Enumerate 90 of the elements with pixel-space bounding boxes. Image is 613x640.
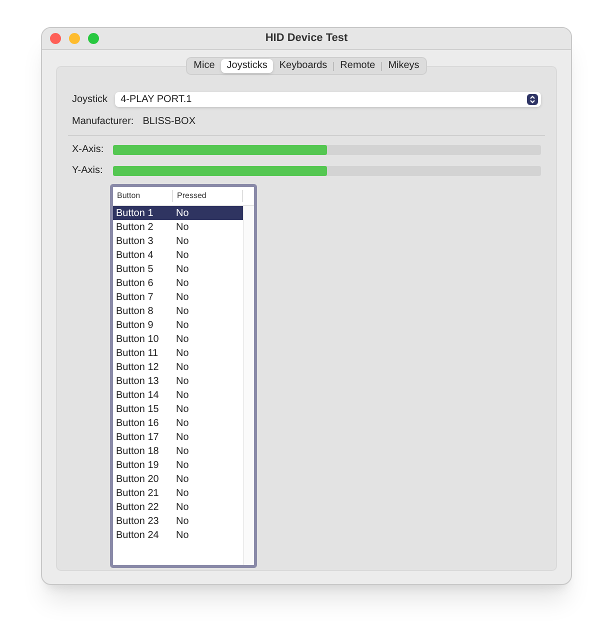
table-cell-text: No: [175, 500, 189, 514]
tab[interactable]: Remote: [334, 59, 382, 73]
table-row[interactable]: Button 2 No: [113, 220, 243, 234]
table-cell-text: No: [175, 262, 189, 276]
table-row[interactable]: Button 18 No: [113, 444, 243, 458]
table-cell-text: Button 15: [115, 402, 160, 416]
table-row[interactable]: Button 1 No: [113, 206, 243, 220]
table-row[interactable]: Button 11 No: [113, 346, 243, 360]
table-row[interactable]: Button 24 No: [113, 528, 243, 542]
zoom-button[interactable]: [88, 33, 99, 44]
table-cell-text: No: [175, 346, 189, 360]
joystick-label: Joystick: [72, 93, 108, 107]
table-cell-text: Button 4: [115, 248, 154, 262]
table-cell-text: No: [175, 234, 189, 248]
table-row[interactable]: Button 12 No: [113, 360, 243, 374]
table-row[interactable]: Button 4 No: [113, 248, 243, 262]
table-cell-text: Button 11: [115, 346, 160, 360]
table-cell-text: Button 24: [115, 528, 160, 542]
table-cell-text: No: [175, 486, 189, 500]
table-row[interactable]: Button 21 No: [113, 486, 243, 500]
table-row[interactable]: Button 7 No: [113, 290, 243, 304]
table-cell-text: Button 17: [115, 430, 160, 444]
table-cell-text: No: [175, 318, 189, 332]
tab[interactable]: Joysticks: [220, 59, 274, 73]
table-cell-text: No: [175, 416, 189, 430]
table-cell-text: No: [175, 206, 189, 220]
table-cell-text: No: [175, 444, 189, 458]
table-cell-text: No: [175, 374, 189, 388]
column-header[interactable]: Button: [113, 190, 173, 202]
manufacturer-label: Manufacturer:: [72, 115, 134, 129]
table-cell-text: Button 9: [115, 318, 154, 332]
table-cell-text: Button 13: [115, 374, 160, 388]
table-cell-text: No: [175, 332, 189, 346]
column-header[interactable]: Pressed: [173, 190, 243, 202]
table-row[interactable]: Button 15 No: [113, 402, 243, 416]
table-cell-text: No: [175, 528, 189, 542]
table-cell-text: No: [175, 304, 189, 318]
table-cell-text: Button 8: [115, 304, 154, 318]
table-cell-text: No: [175, 430, 189, 444]
manufacturer-value: BLISS-BOX: [142, 115, 196, 129]
table-row[interactable]: Button 14 No: [113, 388, 243, 402]
table-cell-text: Button 3: [115, 234, 154, 248]
table-cell-text: No: [175, 388, 189, 402]
joystick-dropdown[interactable]: 4-PLAY PORT.1: [114, 92, 541, 107]
table-cell-text: No: [175, 276, 189, 290]
chevron-updown-icon: [527, 94, 538, 105]
close-button[interactable]: [50, 33, 61, 44]
table-cell-text: Button 2: [115, 220, 154, 234]
axis-label: Y-Axis:: [72, 164, 104, 178]
table-cell-text: No: [175, 248, 189, 262]
table-cell-text: Button 1: [115, 206, 154, 220]
table-row[interactable]: Button 5 No: [113, 262, 243, 276]
table-cell-text: Button 20: [115, 472, 160, 486]
axis-label: X-Axis:: [72, 143, 105, 157]
table-cell-text: Button 12: [115, 360, 160, 374]
table-cell-text: Button 19: [115, 458, 160, 472]
table-cell-text: Button 23: [115, 514, 160, 528]
table-row[interactable]: Button 22 No: [113, 500, 243, 514]
table-cell-text: Button 21: [115, 486, 160, 500]
table-cell-text: Button 22: [115, 500, 160, 514]
table-row[interactable]: Button 20 No: [113, 472, 243, 486]
table-cell-text: Button 10: [115, 332, 160, 346]
minimize-button[interactable]: [69, 33, 80, 44]
table-cell-text: No: [175, 360, 189, 374]
window-title: HID Device Test: [265, 31, 348, 46]
table-cell-text: No: [175, 220, 189, 234]
tab[interactable]: Mikeys: [382, 59, 426, 73]
table-cell-text: No: [175, 514, 189, 528]
table-row[interactable]: Button 16 No: [113, 416, 243, 430]
table-cell-text: Button 18: [115, 444, 160, 458]
table-cell-text: No: [175, 458, 189, 472]
table-cell-text: No: [175, 472, 189, 486]
table-cell-text: Button 7: [115, 290, 154, 304]
table-row[interactable]: Button 13 No: [113, 374, 243, 388]
table-row[interactable]: Button 9 No: [113, 318, 243, 332]
table-cell-text: No: [175, 290, 189, 304]
tab[interactable]: Mice: [188, 59, 221, 73]
table-cell-text: Button 16: [115, 416, 160, 430]
table-cell-text: No: [175, 402, 189, 416]
table-row[interactable]: Button 23 No: [113, 514, 243, 528]
table-row[interactable]: Button 6 No: [113, 276, 243, 290]
table-cell-text: Button 6: [115, 276, 154, 290]
table-row[interactable]: Button 8 No: [113, 304, 243, 318]
table-row[interactable]: Button 17 No: [113, 430, 243, 444]
table-row[interactable]: Button 10 No: [113, 332, 243, 346]
table-cell-text: Button 5: [115, 262, 154, 276]
tab[interactable]: Keyboards: [273, 59, 334, 73]
table-row[interactable]: Button 19 No: [113, 458, 243, 472]
table-row[interactable]: Button 3 No: [113, 234, 243, 248]
table-cell-text: Button 14: [115, 388, 160, 402]
